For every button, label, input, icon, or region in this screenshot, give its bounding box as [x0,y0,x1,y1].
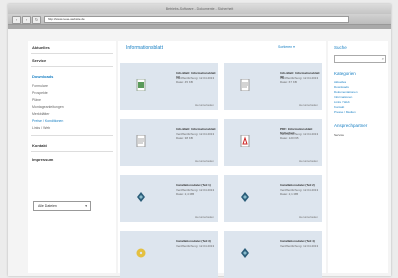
tab-strip [8,25,391,29]
sidebar-item-service[interactable]: Service [32,58,46,63]
download-tile[interactable]: Info-Blatt: Informationsblatt Veröffentl… [120,119,218,166]
pdf-icon [240,135,250,147]
tile-title: Installationsdatei (Teil 2) [280,183,315,187]
sidebar-item-downloads[interactable]: Downloads [32,74,53,79]
download-tile[interactable]: Installationsdatei (Teil 3) Veröffentlic… [120,231,218,278]
tile-meta: Datei: 45 KB [176,80,193,84]
package-icon [137,192,145,202]
document-icon [240,79,250,91]
filter-select-value: Alle Dateien [38,204,57,208]
category-link[interactable]: Kontakt [334,105,344,109]
tile-meta: Datei: 120 KB [280,136,299,140]
sidebar-item-prospekte[interactable]: Prospekte [32,91,48,95]
contact-heading: Ansprechpartner [334,123,368,128]
forward-icon[interactable]: › [22,16,31,24]
tile-title: Installationsdatei (Teil 3) [176,239,211,243]
download-link[interactable]: Herunterladen [195,159,214,163]
sidebar-item-preise[interactable]: Preise / Konditionen [32,119,63,123]
download-link[interactable]: Herunterladen [195,103,214,107]
search-icon[interactable]: ⌕ [382,56,384,61]
download-tile[interactable]: Installationsdatei (Teil 4) Veröffentlic… [224,231,322,278]
chevron-down-icon: ▾ [85,204,87,208]
main-content: Informationsblatt Sortieren ▾ Info-Blatt… [118,41,326,278]
sidebar-item-links[interactable]: Links / Web [32,126,50,130]
sort-link[interactable]: Sortieren ▾ [278,45,295,49]
download-tile[interactable]: Info-Blatt: Informationsblatt (B) Veröff… [224,63,322,110]
sidebar-item-merkblaetter[interactable]: Merkblätter [32,112,50,116]
category-link[interactable]: Links / Web [334,100,350,104]
right-sidebar: Suche ⌕ Kategorien Aktuelles Downloads D… [328,41,388,273]
window-title: Betriebs-Software - Dokumente - Sicherhe… [165,7,234,11]
sidebar-item-montage[interactable]: Montageanleitungen [32,105,64,109]
tile-meta: Veröffentlichung: 12.04.2013 [176,244,215,248]
divider [31,53,113,54]
title-bar: Betriebs-Software - Dokumente - Sicherhe… [8,4,391,14]
filter-select[interactable]: Alle Dateien ▾ [33,201,91,211]
cd-icon [136,248,146,258]
category-link[interactable]: Dokumentationen [334,90,358,94]
tile-meta: Datei: 38 KB [176,136,193,140]
url-field[interactable]: http://www.neue-website.de [44,16,349,23]
search-heading: Suche [334,45,347,50]
sidebar: Aktuelles Service Downloads Formulare Pr… [28,41,116,273]
tile-meta: Veröffentlichung: 12.04.2013 [280,244,319,248]
sidebar-item-impressum[interactable]: Impressum [32,157,53,162]
navigation-bar: ‹ › ↻ http://www.neue-website.de [8,14,391,25]
reload-icon[interactable]: ↻ [32,16,41,24]
download-tile[interactable]: Installationsdatei (Teil 1) Veröffentlic… [120,175,218,222]
search-input[interactable]: ⌕ [334,55,386,63]
divider [31,151,113,152]
tile-title: Installationsdatei (Teil 1) [176,183,211,187]
package-icon [241,192,249,202]
download-link[interactable]: Herunterladen [299,159,318,163]
divider [31,66,113,67]
back-icon[interactable]: ‹ [12,16,21,24]
download-tile[interactable]: Installationsdatei (Teil 2) Veröffentlic… [224,175,322,222]
tile-meta: Datei: 2,4 MB [176,192,195,196]
category-link[interactable]: Downloads [334,85,349,89]
package-icon [241,248,249,258]
sidebar-item-formulare[interactable]: Formulare [32,84,48,88]
sidebar-item-aktuelles[interactable]: Aktuelles [32,45,50,50]
tile-meta: Datei: 2,1 MB [280,192,299,196]
tile-meta: Datei: 67 KB [280,80,297,84]
tile-title: Installationsdatei (Teil 4) [280,239,315,243]
download-link[interactable]: Herunterladen [299,215,318,219]
download-tile[interactable]: Info-Blatt: Informationsblatt (A) Veröff… [120,63,218,110]
download-tile[interactable]: PDF: Informationsblatt Sicherheit Veröff… [224,119,322,166]
download-link[interactable]: Herunterladen [299,103,318,107]
download-link[interactable]: Herunterladen [195,215,214,219]
divider [31,135,113,136]
page-title: Informationsblatt [126,45,163,51]
category-link[interactable]: Presse / Medien [334,110,356,114]
spreadsheet-icon [136,79,146,91]
category-link[interactable]: Aktuelles [334,80,346,84]
document-icon [136,135,146,147]
category-link[interactable]: Informationen [334,95,352,99]
categories-heading: Kategorien [334,71,356,76]
contact-item[interactable]: Service [334,133,344,137]
sidebar-item-plaene[interactable]: Pläne [32,98,41,102]
tile-title: Info-Blatt: Informationsblatt [176,127,216,131]
sidebar-item-kontakt[interactable]: Kontakt [32,143,47,148]
